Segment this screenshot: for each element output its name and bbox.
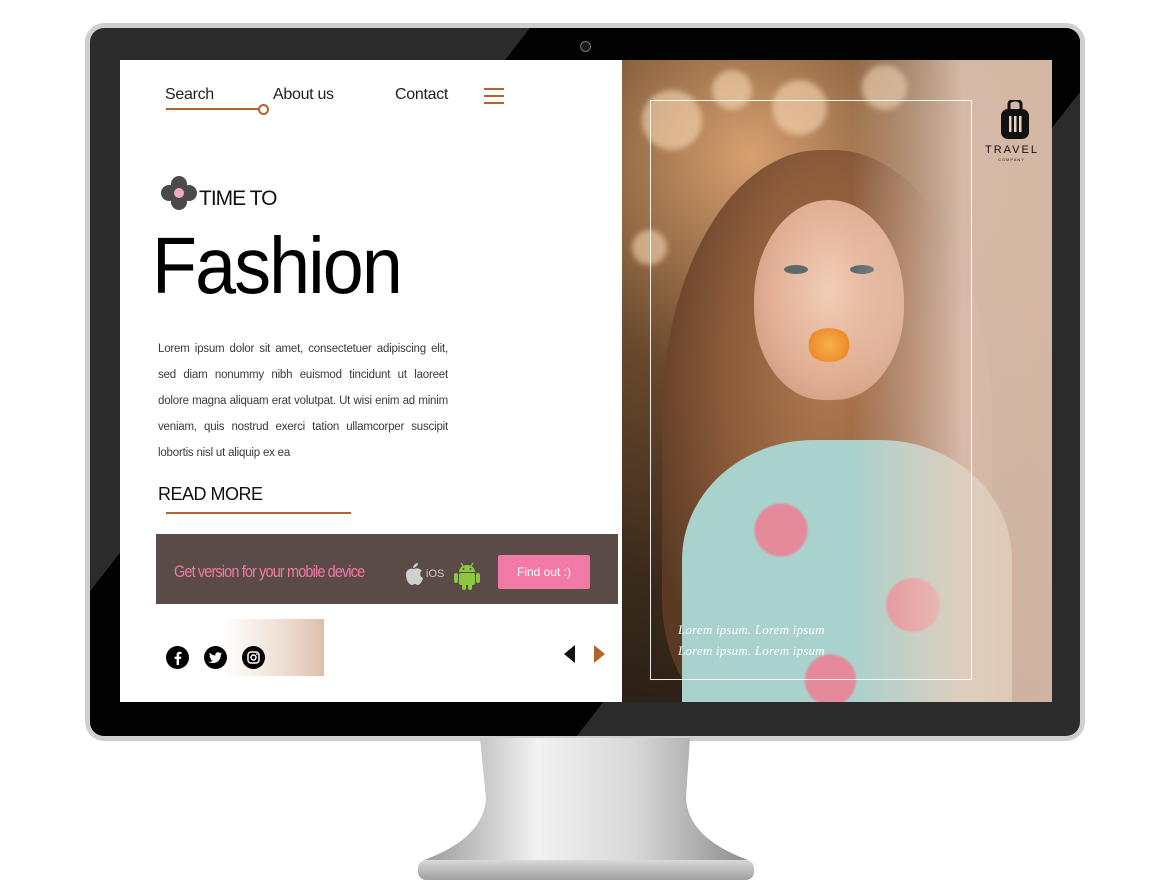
mobile-app-banner: Get version for your mobile device iOS F… [156, 534, 618, 604]
menu-icon[interactable] [484, 88, 504, 104]
hero-body-text: Lorem ipsum dolor sit amet, consectetuer… [158, 343, 448, 459]
nav-active-dot [258, 104, 269, 115]
facebook-icon[interactable] [166, 646, 189, 669]
hero-headline: Fashion [152, 221, 403, 310]
banner-text: Get version for your mobile device [174, 562, 365, 581]
nav-search[interactable]: Search [165, 86, 214, 104]
find-out-button[interactable]: Find out :) [498, 555, 590, 589]
android-icon[interactable] [452, 561, 482, 591]
instagram-icon[interactable] [242, 646, 265, 669]
arrow-right-icon[interactable] [594, 645, 605, 663]
luggage-icon [1001, 100, 1029, 139]
read-more-underline [166, 512, 351, 514]
logo-subtitle: COMPANY [998, 157, 1025, 162]
hero-photo: Lorem ipsum. Lorem ipsum Lorem ipsum. Lo… [622, 60, 1052, 702]
arrow-left-icon[interactable] [564, 645, 575, 663]
read-more-link[interactable]: READ MORE [158, 484, 263, 505]
website-screen: Search About us Contact TIME TO Fashion … [120, 60, 1052, 702]
webcam [580, 41, 591, 52]
ios-label: iOS [426, 568, 445, 580]
hero-eyebrow: TIME TO [199, 187, 277, 210]
photo-caption-2: Lorem ipsum. Lorem ipsum [678, 643, 825, 658]
monitor-stand [418, 738, 754, 888]
nav-active-underline [166, 108, 262, 110]
nav-contact[interactable]: Contact [395, 86, 448, 104]
twitter-icon[interactable] [204, 646, 227, 669]
photo-caption-1: Lorem ipsum. Lorem ipsum [678, 622, 825, 637]
apple-icon[interactable] [404, 563, 424, 585]
flower-icon [161, 176, 197, 210]
logo-name: TRAVEL [985, 144, 1039, 156]
nav-about-us[interactable]: About us [273, 86, 334, 104]
photo-frame [650, 100, 972, 680]
social-links [156, 619, 324, 676]
